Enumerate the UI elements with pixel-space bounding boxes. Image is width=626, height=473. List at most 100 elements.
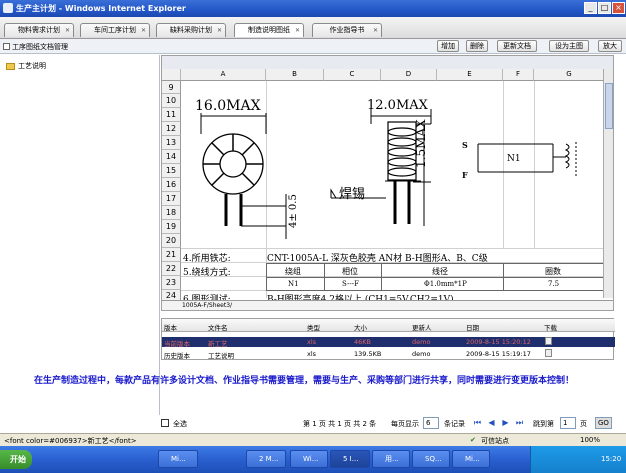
dim-left-label: 16.0MAX (195, 98, 261, 114)
maximize-button[interactable]: □ (598, 2, 611, 14)
task-button[interactable]: 用... (372, 450, 410, 468)
status-bar: <font color=#006937>新工艺</font> ✔ 可信站点 10… (0, 433, 626, 446)
tab-drawings[interactable]: 制造说明图纸 ✕ (234, 23, 304, 37)
zoom-in-button[interactable]: 放大 (598, 40, 622, 52)
download-icon[interactable] (545, 349, 552, 357)
close-button[interactable]: × (612, 2, 625, 14)
window-title: 生产主计划 - Windows Internet Explorer (16, 4, 186, 13)
file-version-table: 版本 文件名 类型 大小 更新人 日期 下载 当前版本 新工艺 xls 46KB… (161, 318, 615, 360)
row-header[interactable]: 11 (162, 108, 181, 122)
row-header[interactable]: 15 (162, 164, 181, 178)
row-header[interactable]: 13 (162, 136, 181, 150)
tab-close-icon[interactable]: ✕ (65, 24, 70, 37)
col-header[interactable]: A (181, 69, 266, 81)
section-title: 工序图纸文档管理 (12, 43, 68, 51)
info-note: 在生产制造过程中，每款产品有许多设计文档、作业指导书需要管理，需要与生产、采购等… (34, 376, 575, 386)
pin-f-label: F (462, 170, 468, 180)
start-button[interactable]: 开始 (0, 450, 32, 469)
winding-label: 5.绕线方式: (183, 268, 231, 278)
zone-label: 可信站点 (481, 437, 509, 445)
coil-drawing (200, 109, 577, 239)
col-header[interactable]: G (534, 69, 605, 81)
col-header[interactable]: E (437, 69, 503, 81)
delete-button[interactable]: 删除 (466, 40, 488, 52)
status-text: <font color=#006937>新工艺</font> (4, 437, 137, 445)
prev-page-icon[interactable]: ◀ (487, 418, 496, 427)
go-button[interactable]: GO (595, 417, 612, 429)
turns-cell: 7.5 (548, 280, 560, 288)
task-button[interactable]: 2 M... (246, 450, 286, 468)
add-button[interactable]: 增加 (437, 40, 459, 52)
table-border (381, 263, 382, 291)
row-header[interactable]: 12 (162, 122, 181, 136)
col-header[interactable]: D (381, 69, 437, 81)
spreadsheet-preview[interactable]: A B C D E F G 9 10 11 12 13 14 15 16 17 … (161, 55, 614, 311)
solder-label: 焊锡 (339, 187, 366, 202)
task-button[interactable]: SQ... (412, 450, 450, 468)
row-header[interactable]: 18 (162, 206, 181, 220)
phase-cell: S---F (342, 280, 360, 288)
tab-close-icon[interactable]: ✕ (373, 24, 378, 37)
tree-item-process-desc[interactable]: 工艺说明 (6, 61, 46, 71)
tab-close-icon[interactable]: ✕ (295, 24, 300, 37)
download-icon[interactable] (545, 337, 552, 345)
goto-label: 跳到第 (533, 420, 554, 428)
row-header[interactable]: 16 (162, 178, 181, 192)
row-header[interactable]: 21 (162, 248, 181, 262)
per-page-input[interactable]: 6 (423, 417, 439, 429)
update-doc-button[interactable]: 更新文档 (497, 40, 537, 52)
tab-purchase-plan[interactable]: 缺料采购计划 ✕ (156, 23, 226, 37)
scroll-thumb[interactable] (605, 83, 613, 129)
tab-work-instructions[interactable]: 作业指导书 ✕ (312, 23, 382, 37)
first-page-icon[interactable]: ⏮ (473, 418, 482, 427)
row-header[interactable]: 19 (162, 220, 181, 234)
tab-workshop-plan[interactable]: 车间工序计划 ✕ (80, 23, 150, 37)
select-all-checkbox[interactable] (161, 419, 169, 427)
row-header[interactable]: 20 (162, 234, 181, 248)
sheet-tabs[interactable]: 1005A-F/Sheet3/ (162, 300, 613, 310)
table-border (266, 290, 606, 291)
dim-small-label: 4± 0.5 (288, 194, 299, 228)
tab-close-icon[interactable]: ✕ (141, 24, 146, 37)
system-tray: 15:20 (530, 446, 626, 473)
row-header[interactable]: 22 (162, 262, 181, 276)
set-main-drawing-button[interactable]: 设为主图 (549, 40, 589, 52)
goto-page-input[interactable]: 1 (560, 417, 576, 429)
last-page-icon[interactable]: ⏭ (515, 418, 524, 427)
winding-header: 绕组 (285, 267, 301, 276)
table-header: 版本 文件名 类型 大小 更新人 日期 下载 (162, 319, 615, 332)
per-page-label: 每页显示 (391, 420, 419, 428)
dim-vertical-label: 1.5MAX (414, 119, 428, 168)
task-button[interactable]: 5 I... (330, 450, 370, 468)
winding-cell: N1 (288, 280, 299, 288)
next-page-icon[interactable]: ▶ (501, 418, 510, 427)
row-header[interactable]: 17 (162, 192, 181, 206)
tab-material-plan[interactable]: 物料需求计划 ✕ (4, 23, 74, 37)
phase-header: 相位 (342, 267, 358, 276)
table-row-history[interactable]: 历史版本 工艺说明 xls 139.5KB demo 2009-8-15 15:… (162, 349, 615, 360)
table-row-current[interactable]: 当前版本 新工艺 xls 46KB demo 2009-8-15 15:20:1… (162, 337, 615, 348)
col-header[interactable]: B (266, 69, 324, 81)
core-label: 4.所用铁芯: (183, 254, 231, 264)
row-header[interactable]: 10 (162, 94, 181, 108)
sheet-scrollbar[interactable] (603, 69, 613, 298)
taskbar: 开始 Mi... 2 M... Wi... 5 I... 用... SQ... … (0, 446, 626, 473)
row-header[interactable]: 23 (162, 276, 181, 290)
task-button[interactable]: Wi... (290, 450, 328, 468)
ie-icon (3, 3, 13, 13)
tab-close-icon[interactable]: ✕ (217, 24, 222, 37)
core-value: CNT-1005A-L 深灰色胶壳 AN材 B-H图形A、B、C级 (267, 254, 488, 264)
row-header[interactable]: 9 (162, 81, 181, 94)
page-info: 第 1 页 共 1 页 共 2 条 (303, 420, 377, 428)
wire-dia-cell: Φ1.0mm*1P (424, 280, 467, 288)
minimize-button[interactable]: _ (584, 2, 597, 14)
records-label: 条记录 (444, 420, 465, 428)
zoom-level[interactable]: 100% (580, 436, 600, 444)
doc-tree: 工艺说明 (0, 55, 160, 415)
row-header[interactable]: 14 (162, 150, 181, 164)
task-button[interactable]: Mi... (452, 450, 490, 468)
title-bar: 生产主计划 - Windows Internet Explorer _ □ × (0, 0, 626, 17)
col-header[interactable]: C (324, 69, 381, 81)
task-button[interactable]: Mi... (158, 450, 198, 468)
col-header[interactable]: F (503, 69, 534, 81)
